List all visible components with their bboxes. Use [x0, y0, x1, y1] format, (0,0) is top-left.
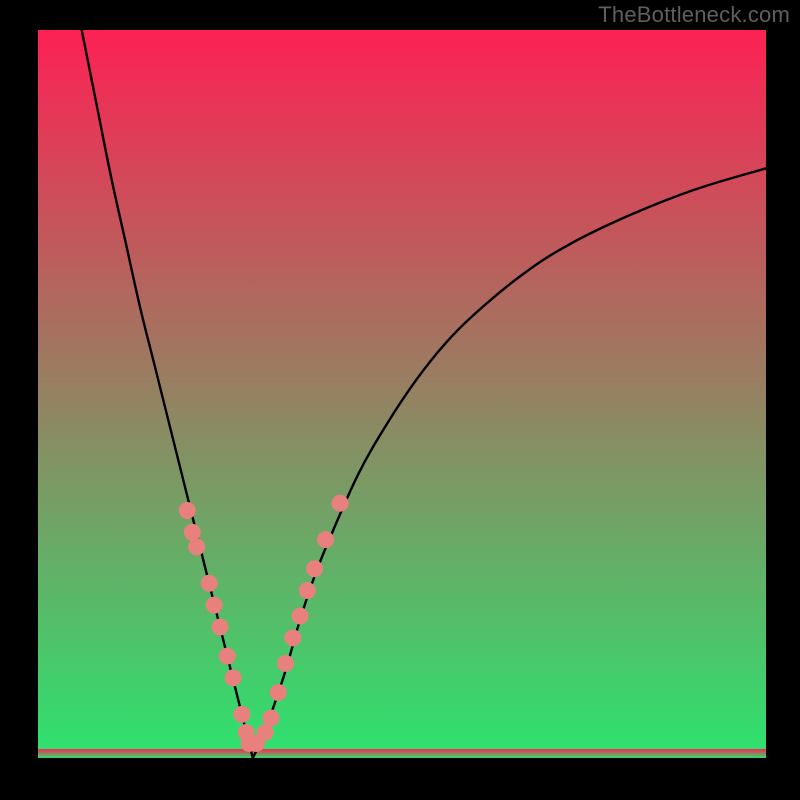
marker-point	[233, 706, 250, 723]
marker-point	[299, 582, 316, 599]
plot-svg	[38, 30, 766, 758]
marker-point	[317, 531, 334, 548]
marker-point	[306, 560, 323, 577]
gradient-background	[38, 30, 766, 758]
marker-point	[212, 618, 229, 635]
chart-frame: TheBottleneck.com	[0, 0, 800, 800]
marker-point	[219, 648, 236, 665]
plot-area	[38, 30, 766, 758]
marker-point	[270, 684, 287, 701]
marker-point	[332, 495, 349, 512]
marker-point	[284, 629, 301, 646]
watermark-text: TheBottleneck.com	[598, 2, 790, 28]
marker-point	[184, 524, 201, 541]
marker-point	[292, 608, 309, 625]
marker-point	[188, 538, 205, 555]
marker-point	[257, 724, 274, 741]
marker-point	[179, 502, 196, 519]
marker-point	[225, 669, 242, 686]
marker-point	[206, 597, 223, 614]
marker-point	[201, 575, 218, 592]
marker-point	[277, 655, 294, 672]
marker-point	[262, 709, 279, 726]
